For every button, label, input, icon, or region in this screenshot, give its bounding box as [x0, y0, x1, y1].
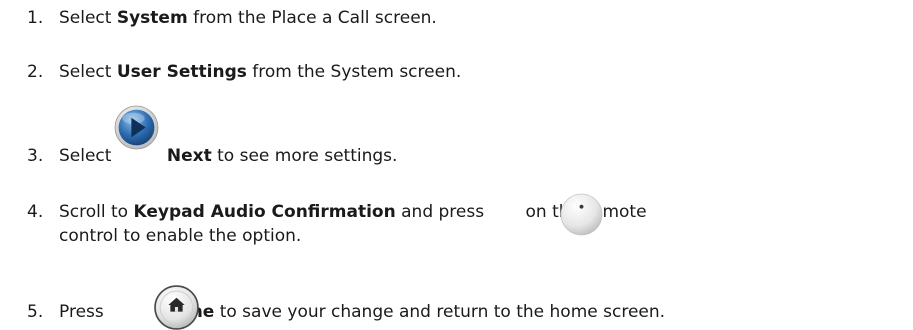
step-keyword: Next [166, 146, 212, 166]
step-text: Scroll to [59, 202, 134, 222]
step-text: Select [59, 146, 117, 166]
step-text: and press [395, 202, 490, 222]
step-4: 4. Scroll to Keypad Audio Confirmation an… [27, 200, 907, 248]
step-keyword: User Settings [116, 62, 247, 82]
step-text: Select [59, 62, 117, 82]
step-number: 3. [27, 146, 44, 166]
step-text: Press [59, 302, 110, 322]
step-text: Select [59, 8, 117, 28]
step-number: 5. [27, 302, 44, 322]
step-text: to save your change and return to the ho… [214, 302, 666, 322]
home-icon [154, 285, 199, 330]
instruction-list: 1. Select System from the Place a Call sc… [0, 0, 913, 330]
step-number: 4. [27, 202, 44, 222]
step-text-continued: control to enable the option. [59, 226, 302, 246]
step-text: from the System screen. [246, 62, 462, 82]
step-2: 2. Select User Settings from the System s… [27, 60, 907, 84]
next-icon [114, 105, 159, 150]
step-text: from the Place a Call screen. [187, 8, 437, 28]
step-number: 2. [27, 62, 44, 82]
step-keyword: System [116, 8, 188, 28]
select-button-icon [560, 193, 603, 236]
step-text: to see more settings. [211, 146, 398, 166]
step-1: 1. Select System from the Place a Call sc… [27, 6, 907, 30]
step-keyword: Keypad Audio Confirmation [133, 202, 396, 222]
step-3: 3. Select Next to see more settings. [27, 144, 907, 168]
step-number: 1. [27, 8, 44, 28]
